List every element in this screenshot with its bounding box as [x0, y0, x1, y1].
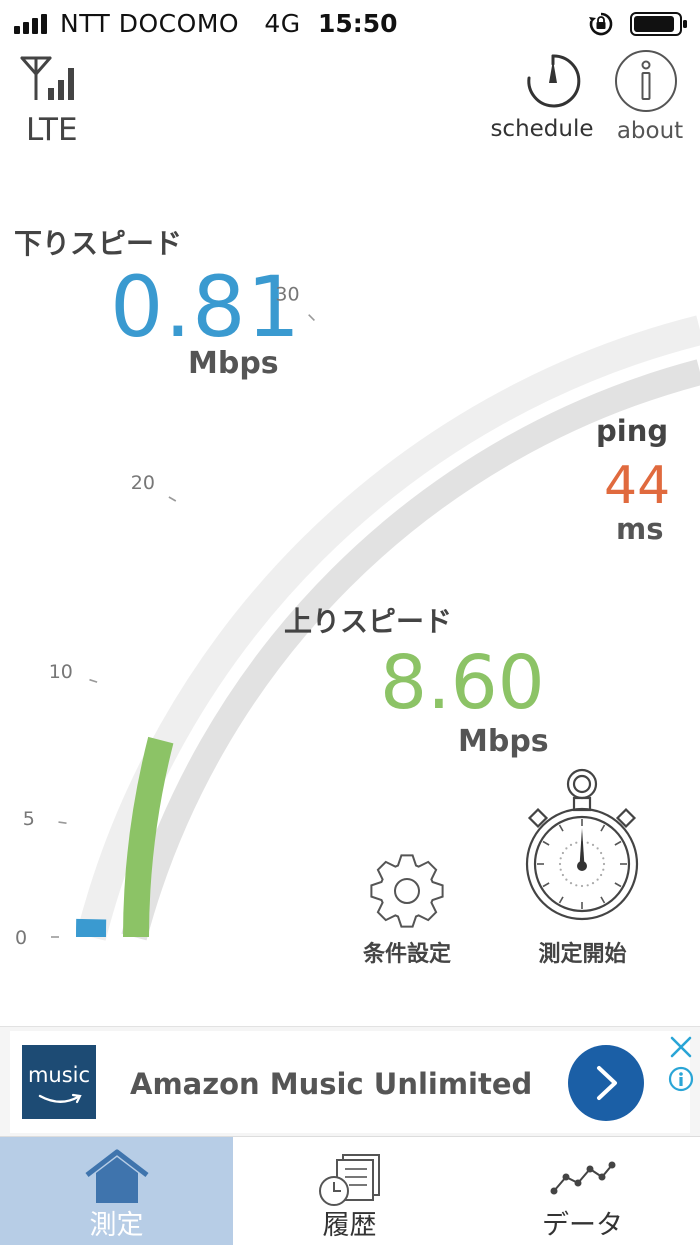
tab-measure-label: 測定: [89, 1210, 144, 1241]
status-time: 15:50: [318, 9, 398, 38]
network-indicator: 4G: [264, 9, 301, 38]
network-type-label: LTE: [26, 112, 78, 148]
settings-button[interactable]: 条件設定: [352, 852, 462, 972]
history-icon: [319, 1154, 380, 1206]
about-button[interactable]: about: [610, 50, 690, 145]
gauge-tick-mark: [89, 678, 98, 683]
ping-unit: ms: [616, 512, 664, 546]
amazon-smile-icon: [38, 1093, 82, 1104]
gauge-tick-mark: [58, 821, 67, 824]
rotation-lock-icon: [589, 12, 613, 36]
gauge-tick-label: 30: [275, 284, 299, 306]
home-icon: [85, 1149, 149, 1203]
ad-logo: music: [22, 1045, 96, 1119]
tab-history-label: 履歴: [322, 1210, 377, 1241]
tab-measure[interactable]: 測定: [0, 1137, 233, 1245]
gauge-tick-label: 5: [23, 808, 35, 830]
ad-title: Amazon Music Unlimited: [130, 1067, 533, 1101]
tab-data-label: データ: [542, 1210, 623, 1241]
ad-content[interactable]: music Amazon Music Unlimited: [10, 1031, 690, 1133]
schedule-button[interactable]: schedule: [482, 50, 602, 145]
ad-info-icon[interactable]: [668, 1066, 694, 1092]
ad-go-button[interactable]: [568, 1045, 644, 1121]
antenna-signal-icon: [20, 56, 74, 100]
schedule-label: schedule: [490, 116, 594, 142]
gauge-tick-mark: [308, 314, 315, 321]
battery-icon: [630, 12, 687, 36]
ping-value: 44: [604, 456, 671, 516]
upload-speed-value: 8.60: [380, 640, 545, 726]
cellular-signal-icon: [14, 14, 47, 34]
ad-banner[interactable]: music Amazon Music Unlimited: [0, 1026, 700, 1136]
upload-speed-unit: Mbps: [458, 724, 549, 759]
gauge-tick-label: 0: [15, 927, 27, 949]
chart-icon: [550, 1161, 616, 1195]
ping-title: ping: [596, 414, 669, 448]
info-icon: [615, 50, 677, 112]
settings-label: 条件設定: [362, 942, 451, 967]
upload-speed-title: 上りスピード: [284, 605, 453, 638]
tab-history[interactable]: 履歴: [233, 1137, 466, 1245]
gear-icon: [370, 854, 444, 928]
ad-close-icon[interactable]: [668, 1034, 694, 1060]
tab-bar: 測定 履歴 データ: [0, 1136, 700, 1245]
gauge-tick-label: 10: [49, 661, 73, 683]
start-measurement-button[interactable]: 測定開始: [520, 766, 645, 971]
ad-logo-text: music: [27, 1063, 91, 1087]
carrier-name: NTT DOCOMO 4G: [60, 9, 301, 38]
start-label: 測定開始: [538, 942, 627, 967]
schedule-timer-icon: [527, 54, 581, 108]
stopwatch-icon: [525, 768, 639, 921]
about-label: about: [616, 118, 684, 144]
chevron-right-icon: [597, 1066, 617, 1100]
gauge-tick-label: 20: [131, 472, 155, 494]
tab-data[interactable]: データ: [466, 1137, 699, 1245]
status-bar: NTT DOCOMO 4G 15:50: [0, 0, 700, 48]
gauge-tick-mark: [168, 496, 177, 502]
